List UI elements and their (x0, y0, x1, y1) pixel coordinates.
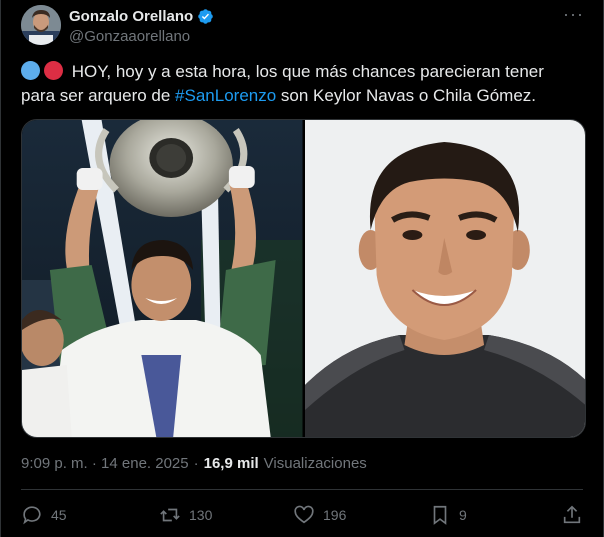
reply-icon (23, 506, 41, 525)
bookmark-button[interactable]: 9 (429, 500, 467, 530)
meta-separator: · (193, 455, 199, 472)
divider (21, 489, 583, 490)
repost-button[interactable]: 130 (159, 500, 212, 530)
share-icon (563, 505, 581, 524)
verified-badge-icon[interactable] (197, 8, 214, 25)
action-bar: 45 130 196 9 (21, 500, 587, 530)
avatar[interactable] (21, 5, 61, 45)
photo-chila-gomez[interactable] (304, 120, 585, 437)
tweet-text-after: son Keylor Navas o Chila Gómez. (276, 86, 537, 105)
views-label: Visualizaciones (263, 455, 367, 472)
media-grid (21, 119, 586, 438)
avatar-image (21, 5, 61, 45)
hashtag-link[interactable]: #SanLorenzo (175, 86, 276, 105)
bookmark-icon (433, 505, 447, 525)
reply-count: 45 (51, 507, 67, 523)
bookmark-count: 9 (459, 507, 467, 523)
tweet-meta: 9:09 p. m. · 14 ene. 2025 · 16,9 mil Vis… (21, 455, 367, 472)
repost-count: 130 (189, 507, 213, 523)
like-button[interactable]: 196 (293, 500, 346, 530)
tweet-card[interactable]: Gonzalo Orellano @Gonzaaorellano ··· HOY… (0, 0, 604, 537)
share-button[interactable] (561, 500, 591, 530)
timestamp[interactable]: 9:09 p. m. · 14 ene. 2025 (21, 455, 189, 472)
more-icon[interactable]: ··· (563, 5, 583, 24)
reply-button[interactable]: 45 (21, 500, 67, 530)
author-display-name[interactable]: Gonzalo Orellano (69, 8, 193, 25)
tweet-text: HOY, hoy y a esta hora, los que más chan… (21, 60, 581, 108)
photo-keylor-navas[interactable] (22, 120, 303, 437)
like-icon (294, 505, 314, 524)
repost-icon (160, 508, 180, 522)
author-handle[interactable]: @Gonzaaorellano (69, 28, 214, 45)
views-count: 16,9 mil (203, 455, 259, 472)
like-count: 196 (323, 507, 347, 523)
blue-circle-icon (21, 61, 40, 80)
red-circle-icon (44, 61, 63, 80)
